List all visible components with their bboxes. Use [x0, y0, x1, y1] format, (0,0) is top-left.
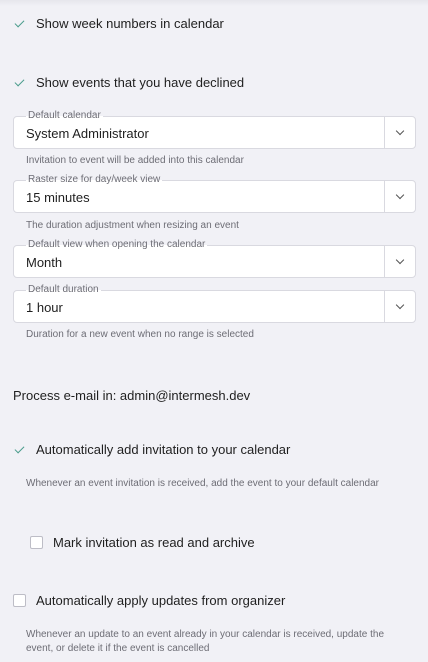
auto-apply-updates-label: Automatically apply updates from organiz… — [36, 593, 286, 608]
default-calendar-hint: Invitation to event will be added into t… — [26, 155, 244, 166]
raster-size-dropdown-button[interactable] — [384, 181, 415, 212]
default-view-legend: Default view when opening the calendar — [26, 239, 208, 251]
default-duration-legend: Default duration — [26, 284, 101, 296]
auto-apply-updates-hint: Whenever an update to an event already i… — [26, 629, 385, 654]
default-calendar-select[interactable]: Default calendar System Administrator — [13, 110, 416, 149]
raster-size-legend: Raster size for day/week view — [26, 174, 163, 186]
raster-size-value: 15 minutes — [26, 190, 90, 205]
auto-apply-updates-checkbox[interactable] — [13, 594, 26, 607]
chevron-down-icon — [395, 255, 405, 265]
calendar-settings-panel: Show week numbers in calendar Show event… — [0, 0, 428, 662]
default-calendar-value: System Administrator — [26, 126, 149, 141]
chevron-down-icon — [395, 300, 405, 310]
process-email-title: Process e-mail in: admin@intermesh.dev — [13, 388, 251, 403]
auto-add-invitation-checkbox[interactable] — [13, 443, 26, 456]
declined-events-checkbox[interactable] — [13, 76, 26, 89]
raster-size-hint: The duration adjustment when resizing an… — [26, 220, 239, 231]
auto-add-invitation-checkbox-row[interactable]: Automatically add invitation to your cal… — [13, 442, 290, 457]
auto-apply-updates-checkbox-row[interactable]: Automatically apply updates from organiz… — [13, 593, 285, 608]
top-shadow — [0, 0, 428, 6]
chevron-down-icon — [395, 126, 405, 136]
default-duration-select[interactable]: Default duration 1 hour — [13, 284, 416, 323]
default-duration-dropdown-button[interactable] — [384, 291, 415, 322]
mark-read-archive-checkbox[interactable] — [30, 536, 43, 549]
default-view-dropdown-button[interactable] — [384, 246, 415, 277]
default-duration-value: 1 hour — [26, 300, 63, 315]
default-calendar-legend: Default calendar — [26, 110, 103, 122]
week-numbers-label: Show week numbers in calendar — [36, 16, 224, 31]
auto-add-invitation-hint: Whenever an event invitation is received… — [26, 478, 379, 489]
mark-read-archive-label: Mark invitation as read and archive — [53, 535, 255, 550]
default-duration-hint: Duration for a new event when no range i… — [26, 329, 254, 340]
chevron-down-icon — [395, 190, 405, 200]
week-numbers-checkbox[interactable] — [13, 17, 26, 30]
default-calendar-dropdown-button[interactable] — [384, 117, 415, 148]
auto-add-invitation-label: Automatically add invitation to your cal… — [36, 442, 291, 457]
declined-events-label: Show events that you have declined — [36, 75, 245, 90]
declined-events-checkbox-row[interactable]: Show events that you have declined — [13, 75, 244, 90]
default-view-select[interactable]: Default view when opening the calendar M… — [13, 239, 416, 278]
mark-read-archive-checkbox-row[interactable]: Mark invitation as read and archive — [30, 535, 255, 550]
raster-size-select[interactable]: Raster size for day/week view 15 minutes — [13, 174, 416, 213]
default-view-value: Month — [26, 255, 63, 270]
week-numbers-checkbox-row[interactable]: Show week numbers in calendar — [13, 16, 224, 31]
